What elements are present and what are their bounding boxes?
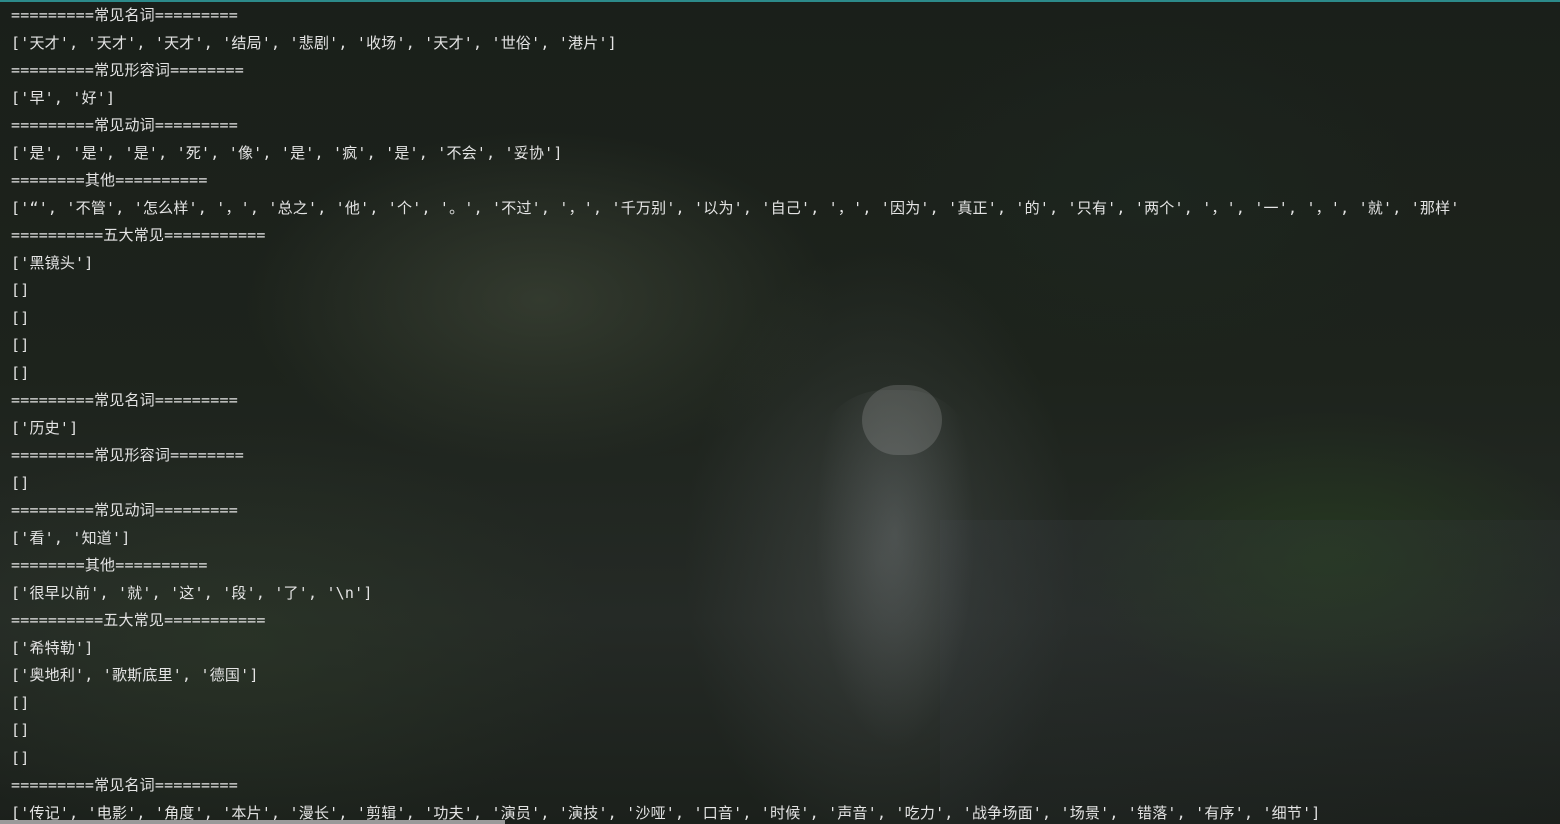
output-line: [] [11, 473, 30, 492]
output-line: ==========五大常见=========== [11, 611, 266, 629]
output-line: ['天才', '天才', '天才', '结局', '悲剧', '收场', '天才… [11, 33, 617, 52]
output-line: ['“', '不管', '怎么样', '，', '总之', '他', '个', … [11, 198, 1460, 217]
output-line: ========其他========== [11, 171, 208, 189]
output-line: [] [11, 693, 30, 712]
output-line: ['很早以前', '就', '这', '段', '了', '\n'] [11, 583, 373, 602]
output-line: =========常见名词========= [11, 391, 238, 409]
output-line: =========常见动词========= [11, 501, 238, 519]
output-line: =========常见名词========= [11, 776, 238, 794]
output-line: [] [11, 748, 30, 767]
output-line: ['看', '知道'] [11, 528, 131, 547]
horizontal-scrollbar[interactable] [0, 820, 505, 824]
output-line: [] [11, 281, 30, 299]
output-line: =========常见名词========= [11, 6, 238, 24]
output-line: =========常见形容词======== [11, 61, 244, 79]
output-line: =========常见动词========= [11, 116, 238, 134]
output-line: ==========五大常见=========== [11, 226, 266, 244]
output-line: ['奥地利', '歌斯底里', '德国'] [11, 666, 259, 684]
output-line: [] [11, 363, 30, 382]
terminal-output: =========常见名词========= ['天才', '天才', '天才'… [11, 2, 1560, 824]
output-line: ['是', '是', '是', '死', '像', '是', '疯', '是',… [11, 143, 563, 162]
terminal-window[interactable]: =========常见名词========= ['天才', '天才', '天才'… [0, 0, 1560, 824]
output-line: ['早', '好'] [11, 88, 116, 107]
output-line: ['历史'] [11, 418, 79, 437]
output-line: [] [11, 308, 30, 327]
output-line: [] [11, 721, 30, 739]
output-line: =========常见形容词======== [11, 446, 244, 464]
output-line: ['黑镜头'] [11, 253, 94, 272]
output-line: ['希特勒'] [11, 638, 94, 657]
output-line: ========其他========== [11, 556, 208, 574]
output-line: [] [11, 336, 30, 354]
